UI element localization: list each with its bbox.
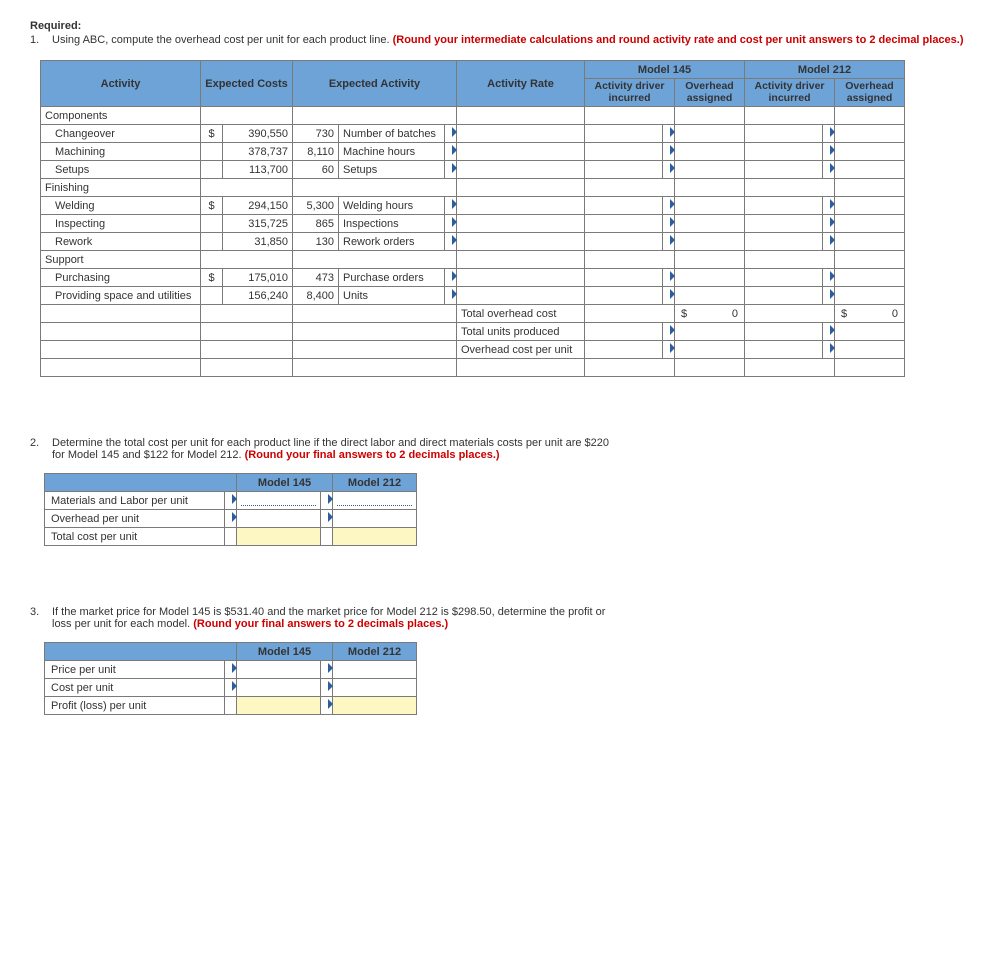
- row-inspecting: Inspecting 315,725 865 Inspections: [41, 215, 905, 233]
- input-cell[interactable]: [457, 125, 585, 143]
- group-support: Support: [41, 251, 905, 269]
- dropdown-indicator-icon[interactable]: [445, 125, 457, 143]
- group-finishing: Finishing: [41, 179, 905, 197]
- row-total-cost-per-unit: Total cost per unit: [45, 528, 417, 546]
- question-1: Required: 1. Using ABC, compute the over…: [30, 20, 971, 377]
- q3-text: If the market price for Model 145 is $53…: [52, 606, 612, 630]
- row-blank: [41, 359, 905, 377]
- q3-number: 3.: [30, 606, 52, 630]
- q2-text: Determine the total cost per unit for ea…: [52, 437, 612, 461]
- q2-number: 2.: [30, 437, 52, 461]
- row-machining: Machining 378,737 8,110 Machine hours: [41, 143, 905, 161]
- total-cost-table: Model 145 Model 212 Materials and Labor …: [44, 473, 417, 546]
- header-row: Model 145 Model 212: [45, 474, 417, 492]
- required-label: Required:: [30, 20, 971, 32]
- q1-number: 1.: [30, 34, 52, 46]
- q1-text: Using ABC, compute the overhead cost per…: [52, 34, 971, 46]
- abc-overhead-table: Activity Expected Costs Expected Activit…: [40, 60, 905, 377]
- question-2: 2. Determine the total cost per unit for…: [30, 437, 971, 546]
- row-total-units-produced: Total units produced: [41, 323, 905, 341]
- row-price-per-unit: Price per unit: [45, 661, 417, 679]
- row-overhead-cost-per-unit: Overhead cost per unit: [41, 341, 905, 359]
- row-cost-per-unit: Cost per unit: [45, 679, 417, 697]
- group-components: Components: [41, 107, 905, 125]
- row-purchasing: Purchasing $ 175,010 473 Purchase orders: [41, 269, 905, 287]
- row-changeover: Changeover $ 390,550 730 Number of batch…: [41, 125, 905, 143]
- header-row: Model 145 Model 212: [45, 643, 417, 661]
- row-overhead-per-unit: Overhead per unit: [45, 510, 417, 528]
- profit-loss-table: Model 145 Model 212 Price per unit Cost …: [44, 642, 417, 715]
- row-profit-loss-per-unit: Profit (loss) per unit: [45, 697, 417, 715]
- row-providing-space: Providing space and utilities 156,240 8,…: [41, 287, 905, 305]
- question-3: 3. If the market price for Model 145 is …: [30, 606, 971, 715]
- row-total-overhead-cost: Total overhead cost $0 $0: [41, 305, 905, 323]
- row-materials-labor: Materials and Labor per unit: [45, 492, 417, 510]
- dropdown-indicator-icon[interactable]: [823, 125, 835, 143]
- header-row-1: Activity Expected Costs Expected Activit…: [41, 61, 905, 79]
- row-rework: Rework 31,850 130 Rework orders: [41, 233, 905, 251]
- dropdown-indicator-icon[interactable]: [663, 125, 675, 143]
- row-setups: Setups 113,700 60 Setups: [41, 161, 905, 179]
- row-welding: Welding $ 294,150 5,300 Welding hours: [41, 197, 905, 215]
